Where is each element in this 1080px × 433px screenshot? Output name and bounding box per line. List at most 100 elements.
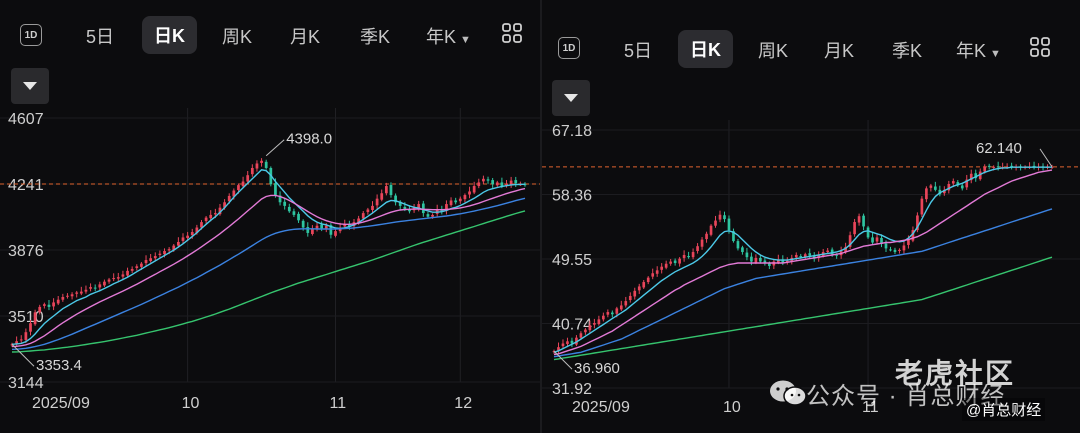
- candle-body: [673, 260, 677, 264]
- candle-body: [898, 249, 901, 252]
- candle-body: [163, 250, 166, 255]
- candle-body: [482, 178, 485, 182]
- candle-body: [669, 261, 672, 264]
- candle-body: [593, 323, 596, 325]
- candle-body: [144, 260, 148, 264]
- y-tick-label: 31.92: [552, 381, 592, 398]
- candle-body: [633, 290, 637, 297]
- candle-body: [768, 263, 771, 266]
- candle-body: [126, 270, 129, 276]
- x-tick-label: 2025/09: [32, 395, 90, 412]
- candle-body: [209, 214, 213, 219]
- candle-body: [153, 256, 157, 259]
- candle-body: [709, 225, 713, 235]
- y-tick-label: 3144: [8, 375, 44, 392]
- candle-body: [588, 325, 592, 331]
- candle-body: [893, 249, 897, 253]
- ma-line-ma60: [11, 210, 526, 353]
- candle-body: [260, 160, 263, 163]
- candle-body: [167, 249, 171, 251]
- candle-body: [853, 222, 856, 235]
- candle-body: [84, 289, 88, 292]
- candle-body: [664, 263, 668, 268]
- wechat-icon: [770, 380, 807, 406]
- candle-body: [52, 302, 55, 307]
- candle-body: [619, 305, 623, 310]
- candle-body: [371, 205, 374, 211]
- candle-body: [862, 215, 865, 227]
- candle-body: [794, 254, 798, 258]
- candle-body: [149, 258, 153, 262]
- candle-body: [741, 247, 744, 253]
- y-tick-label: 49.55: [552, 252, 592, 269]
- candle-body: [934, 186, 937, 190]
- ma-line-ma10: [553, 169, 1053, 356]
- candle-body: [714, 220, 717, 226]
- candle-body: [274, 183, 277, 196]
- candle-body: [960, 185, 964, 189]
- ma-line-ma10: [11, 187, 526, 348]
- candle-body: [866, 227, 870, 238]
- candle-body: [421, 203, 425, 214]
- candle-body: [561, 343, 565, 347]
- y-tick-label: 4607: [8, 111, 44, 128]
- candle-body: [306, 227, 310, 233]
- x-tick-label: 2025/09: [572, 399, 630, 416]
- candle-body: [509, 180, 513, 185]
- candle-body: [745, 252, 749, 258]
- candle-body: [79, 291, 83, 294]
- candle-body: [987, 165, 991, 167]
- candle-body: [255, 163, 259, 169]
- candle-body: [579, 333, 583, 338]
- candle-body: [808, 253, 812, 256]
- candle-body: [992, 166, 996, 168]
- candle-body: [61, 297, 65, 300]
- candle-body: [93, 287, 97, 289]
- candle-body: [500, 182, 504, 187]
- candle-body: [678, 258, 681, 264]
- candle-body: [700, 239, 704, 247]
- candle-body: [140, 263, 143, 267]
- candle-body: [98, 284, 102, 288]
- candle-body: [56, 299, 60, 304]
- candle-body: [624, 301, 628, 306]
- candle-body: [292, 211, 296, 215]
- candle-body: [584, 329, 587, 333]
- candle-body: [642, 282, 646, 288]
- x-tick-label: 12: [454, 395, 472, 412]
- ma-line-ma20: [11, 197, 526, 350]
- candle-body: [750, 256, 753, 262]
- candle-body: [705, 233, 708, 240]
- candle-body: [637, 286, 641, 291]
- candle-body: [754, 257, 758, 263]
- candle-body: [759, 257, 762, 262]
- candle-body: [902, 245, 906, 251]
- candle-body: [107, 279, 111, 282]
- candle-body: [736, 241, 740, 249]
- y-tick-label: 67.18: [552, 123, 592, 140]
- candle-body: [718, 214, 722, 220]
- candle-body: [687, 256, 690, 258]
- y-tick-label: 58.36: [552, 188, 592, 205]
- candle-body: [610, 312, 614, 315]
- candle-body: [264, 161, 268, 168]
- candle-body: [463, 195, 467, 200]
- candle-body: [213, 213, 217, 215]
- candle-body: [186, 235, 189, 238]
- candle-body: [723, 215, 726, 220]
- candle-body: [696, 246, 699, 252]
- candle-body: [884, 243, 888, 249]
- candle-body: [468, 191, 471, 195]
- candle-body: [495, 182, 499, 186]
- candle-body: [320, 224, 324, 229]
- candle-body: [920, 198, 924, 215]
- candle-body: [491, 180, 495, 185]
- candle-body: [477, 182, 481, 187]
- candle-body: [121, 274, 125, 277]
- annotation-label: 36.960: [574, 360, 620, 377]
- candle-body: [361, 213, 365, 219]
- candle-body: [431, 214, 434, 217]
- candle-body: [458, 198, 462, 202]
- candle-body: [799, 256, 803, 258]
- candle-body: [103, 281, 106, 286]
